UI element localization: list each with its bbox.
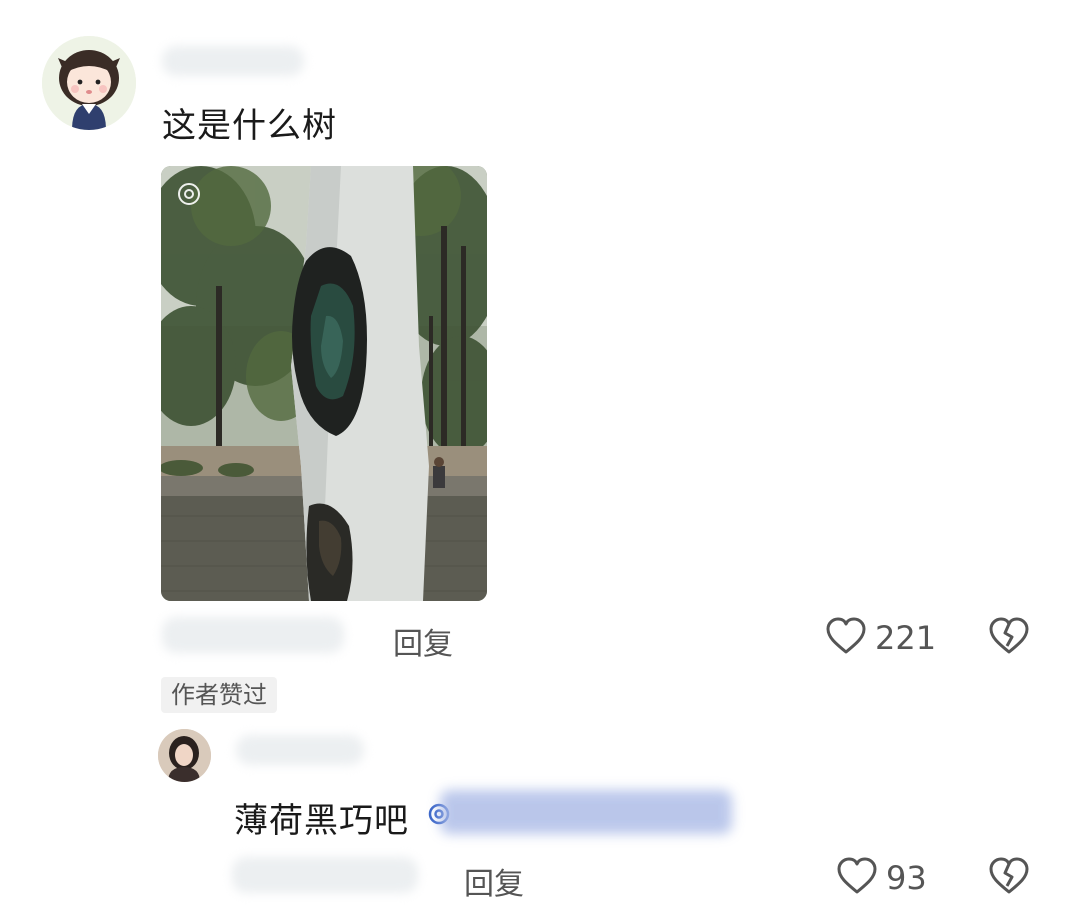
username-blurred[interactable] [162,46,304,76]
tree-photo [161,166,487,601]
comment-thread: 这是什么树 回复 221 作者赞过 薄荷黑巧吧 回复 93 [0,0,1080,907]
broken-heart-icon [988,856,1030,900]
reply-reply-button[interactable]: 回复 [464,859,524,903]
girl-photo-avatar-icon [158,729,211,782]
heart-outline-icon [825,616,867,660]
reply-like-button[interactable]: 93 [836,856,927,900]
like-button[interactable]: 221 [825,616,936,660]
reply-username-blurred[interactable] [236,735,364,765]
cartoon-girl-avatar-icon [42,36,136,130]
reply-text: 薄荷黑巧吧 [234,801,409,841]
heart-outline-icon [836,856,878,900]
like-count: 221 [875,619,937,657]
mention-link-blurred[interactable] [440,790,732,834]
reply-like-count: 93 [886,859,927,897]
broken-heart-icon [988,616,1030,660]
reply-timestamp-blurred [232,857,418,893]
author-liked-badge: 作者赞过 [161,677,277,713]
comment-photo[interactable] [161,166,487,601]
reply-avatar[interactable] [158,729,211,782]
dislike-button[interactable] [988,616,1030,660]
reply-button[interactable]: 回复 [393,619,453,663]
timestamp-location-blurred [162,617,344,653]
avatar[interactable] [42,36,136,130]
comment-text: 这是什么树 [162,106,337,146]
reply-dislike-button[interactable] [988,856,1030,900]
